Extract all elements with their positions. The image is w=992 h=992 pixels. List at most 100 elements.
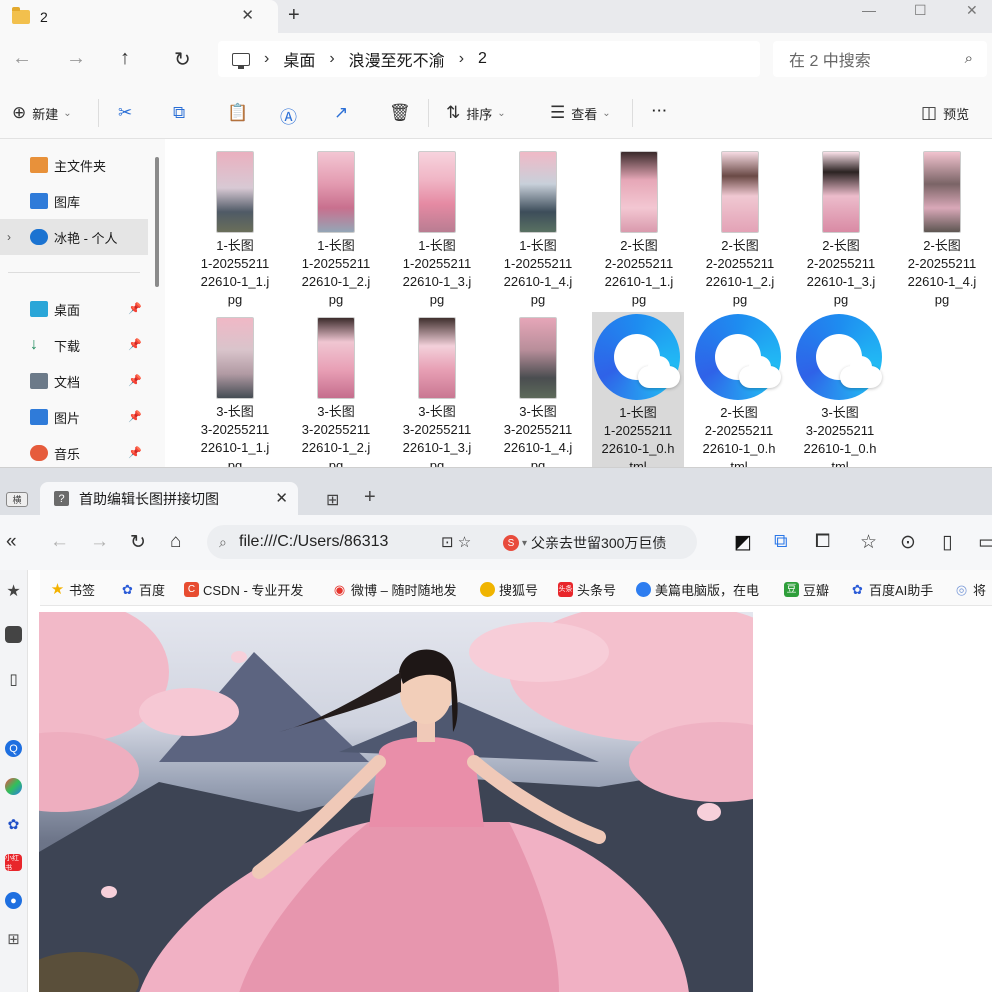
file-item[interactable]: 2-长图 2-20255211 22610-1_1.j pg bbox=[593, 151, 685, 309]
bookmark-item[interactable]: 搜狐号 bbox=[480, 580, 538, 599]
rename-icon: Ⓐ bbox=[280, 108, 297, 127]
news-ticker[interactable]: S ▾ 父亲去世留300万巨债 bbox=[503, 533, 666, 553]
copy-button[interactable]: ⧉ bbox=[173, 103, 191, 123]
file-item[interactable]: 2-长图 2-20255211 22610-1_2.j pg bbox=[694, 151, 786, 309]
drawing-tool-icon[interactable]: ◩ bbox=[734, 531, 752, 554]
file-item[interactable]: 2-长图 2-20255211 22610-1_4.j pg bbox=[896, 151, 988, 309]
nav-home[interactable]: 主文件夹 bbox=[0, 147, 148, 183]
rename-button[interactable]: Ⓐ bbox=[280, 103, 303, 128]
bookmark-item[interactable]: ★ 书签 bbox=[50, 580, 95, 599]
file-name-line: 3-20255211 bbox=[503, 422, 573, 437]
plus-circle-icon: ⊕ bbox=[12, 103, 27, 122]
new-tab-button[interactable]: + bbox=[288, 4, 300, 27]
bookmark-item[interactable]: ◉ 微博 – 随时随地发 bbox=[332, 580, 457, 599]
forward-arrow-icon[interactable]: → bbox=[90, 531, 109, 553]
add-app-icon[interactable]: ⊞ bbox=[5, 930, 22, 948]
folder-icon[interactable] bbox=[5, 626, 22, 643]
bookmark-star-icon[interactable]: ☆ bbox=[860, 531, 877, 554]
more-options-button[interactable]: ··· bbox=[652, 103, 668, 118]
back-arrow-icon[interactable]: ← bbox=[12, 47, 32, 70]
close-tab-icon[interactable]: ✕ bbox=[275, 489, 288, 507]
preview-button[interactable]: ◫ 预览 bbox=[921, 103, 969, 123]
collapse-sidebar-icon[interactable]: « bbox=[6, 531, 17, 553]
new-tab-button[interactable]: + bbox=[364, 486, 376, 509]
pin-icon[interactable]: 📌 bbox=[128, 446, 142, 459]
pin-icon[interactable]: 📌 bbox=[128, 374, 142, 387]
search-input[interactable]: 在 2 中搜索 ⌕ bbox=[773, 41, 987, 77]
pin-icon[interactable]: 📌 bbox=[128, 338, 142, 351]
new-button[interactable]: ⊕ 新建 ⌄ bbox=[12, 103, 72, 123]
nav-scrollbar[interactable] bbox=[155, 157, 159, 287]
nav-cloud-personal[interactable]: › 冰艳 - 个人 bbox=[0, 219, 148, 255]
file-item[interactable]: 3-长图 3-20255211 22610-1_0.h tml bbox=[794, 314, 886, 467]
file-item[interactable]: 2-长图 2-20255211 22610-1_0.h tml bbox=[693, 314, 785, 467]
breadcrumb-desktop[interactable]: 桌面 bbox=[283, 47, 315, 71]
nav-pictures[interactable]: 图片 📌 bbox=[0, 399, 148, 435]
bookmark-item[interactable]: ✿ 百度 bbox=[120, 580, 165, 599]
file-item-selected[interactable]: 1-长图 1-20255211 22610-1_0.h tml bbox=[592, 312, 684, 467]
paste-button[interactable]: 📋 bbox=[227, 103, 254, 123]
bookmark-item[interactable]: 美篇电脑版，在电 bbox=[636, 580, 759, 599]
back-arrow-icon[interactable]: ← bbox=[50, 531, 69, 553]
refresh-icon[interactable]: ↻ bbox=[174, 47, 191, 72]
pin-icon[interactable]: 📌 bbox=[128, 410, 142, 423]
extensions-icon[interactable]: ⧠ bbox=[815, 531, 830, 553]
nav-downloads[interactable]: ↓ 下载 📌 bbox=[0, 327, 148, 363]
view-button[interactable]: ☰ 查看 ⌄ bbox=[550, 103, 611, 123]
chevron-right-icon[interactable]: › bbox=[7, 230, 11, 244]
bookmark-item[interactable]: ✿ 百度AI助手 bbox=[850, 580, 933, 599]
file-item[interactable]: 1-长图 1-20255211 22610-1_3.j pg bbox=[391, 151, 483, 309]
mobile-icon[interactable]: ▯ bbox=[942, 531, 952, 554]
pin-icon[interactable]: 📌 bbox=[128, 302, 142, 315]
bookmark-item[interactable]: C CSDN - 专业开发 bbox=[184, 580, 303, 599]
share-button[interactable]: ↗ bbox=[334, 103, 354, 123]
reload-icon[interactable]: ↻ bbox=[130, 531, 146, 554]
favorites-star-icon[interactable]: ★ bbox=[5, 582, 22, 600]
file-item[interactable]: 1-长图 1-20255211 22610-1_2.j pg bbox=[290, 151, 382, 309]
bookmark-item[interactable]: ◎ 将 bbox=[954, 580, 986, 599]
close-window-button[interactable]: ✕ bbox=[966, 2, 978, 19]
blue-app-icon[interactable]: ● bbox=[5, 892, 22, 909]
nav-gallery[interactable]: 图库 bbox=[0, 183, 148, 219]
displayed-image bbox=[39, 612, 753, 992]
up-arrow-icon[interactable]: ↑ bbox=[120, 47, 130, 70]
mobile-icon[interactable]: ▯ bbox=[5, 670, 22, 688]
url-bar[interactable]: ⌕ file:///C:/Users/86313 ⊡ ☆ S ▾ 父亲去世留30… bbox=[207, 525, 697, 559]
download-icon[interactable]: ⊙ bbox=[900, 531, 916, 554]
cut-button[interactable]: ✂ bbox=[118, 103, 138, 123]
breadcrumb-current[interactable]: 2 bbox=[478, 50, 487, 68]
search-app-icon[interactable]: Q bbox=[5, 740, 22, 757]
nav-desktop[interactable]: 桌面 📌 bbox=[0, 291, 148, 327]
red-app-icon[interactable]: 小红书 bbox=[5, 854, 22, 872]
forward-arrow-icon[interactable]: → bbox=[66, 47, 86, 70]
maximize-button[interactable]: ☐ bbox=[914, 2, 927, 19]
translate-icon[interactable]: ⧉ bbox=[774, 531, 788, 553]
tab-groups-icon[interactable]: ⊞ bbox=[326, 490, 339, 510]
menu-icon[interactable]: ▭ bbox=[978, 531, 992, 554]
breadcrumb-folder[interactable]: 浪漫至死不渝 bbox=[349, 47, 445, 71]
file-item[interactable]: 3-长图 3-20255211 22610-1_1.j pg bbox=[189, 317, 281, 467]
home-icon[interactable]: ⌂ bbox=[170, 531, 181, 553]
bookmark-item[interactable]: 头条 头条号 bbox=[558, 580, 616, 599]
reader-and-favorite-icons[interactable]: ⊡ ☆ bbox=[441, 533, 471, 551]
file-item[interactable]: 3-长图 3-20255211 22610-1_3.j pg bbox=[391, 317, 483, 467]
file-item[interactable]: 3-长图 3-20255211 22610-1_4.j pg bbox=[492, 317, 584, 467]
file-item[interactable]: 3-长图 3-20255211 22610-1_2.j pg bbox=[290, 317, 382, 467]
nav-documents[interactable]: 文档 📌 bbox=[0, 363, 148, 399]
browser-tab-active[interactable]: ? 首助编辑长图拼接切图 ✕ bbox=[40, 482, 298, 515]
explorer-tab[interactable]: 2 ✕ bbox=[0, 0, 278, 33]
file-item[interactable]: 1-长图 1-20255211 22610-1_4.j pg bbox=[492, 151, 584, 309]
weibo-icon: ◉ bbox=[333, 582, 346, 597]
baidu-paw-icon[interactable]: ✿ bbox=[5, 816, 22, 833]
sort-button[interactable]: ⇅ 排序 ⌄ bbox=[446, 103, 506, 123]
close-tab-icon[interactable]: ✕ bbox=[241, 6, 254, 24]
minimize-button[interactable]: — bbox=[862, 2, 876, 18]
nav-music[interactable]: 音乐 📌 bbox=[0, 435, 148, 467]
bookmark-item[interactable]: 豆豆瓣 bbox=[784, 580, 829, 599]
file-item[interactable]: 2-长图 2-20255211 22610-1_3.j pg bbox=[795, 151, 887, 309]
file-item[interactable]: 1-长图 1-20255211 22610-1_1.j pg bbox=[189, 151, 281, 309]
delete-button[interactable]: 🗑 bbox=[389, 103, 417, 123]
colorful-app-icon[interactable] bbox=[5, 778, 22, 795]
address-bar[interactable]: › 桌面 › 浪漫至死不渝 › 2 bbox=[218, 41, 760, 77]
tab-layout-toggle[interactable]: 横 bbox=[6, 492, 28, 507]
